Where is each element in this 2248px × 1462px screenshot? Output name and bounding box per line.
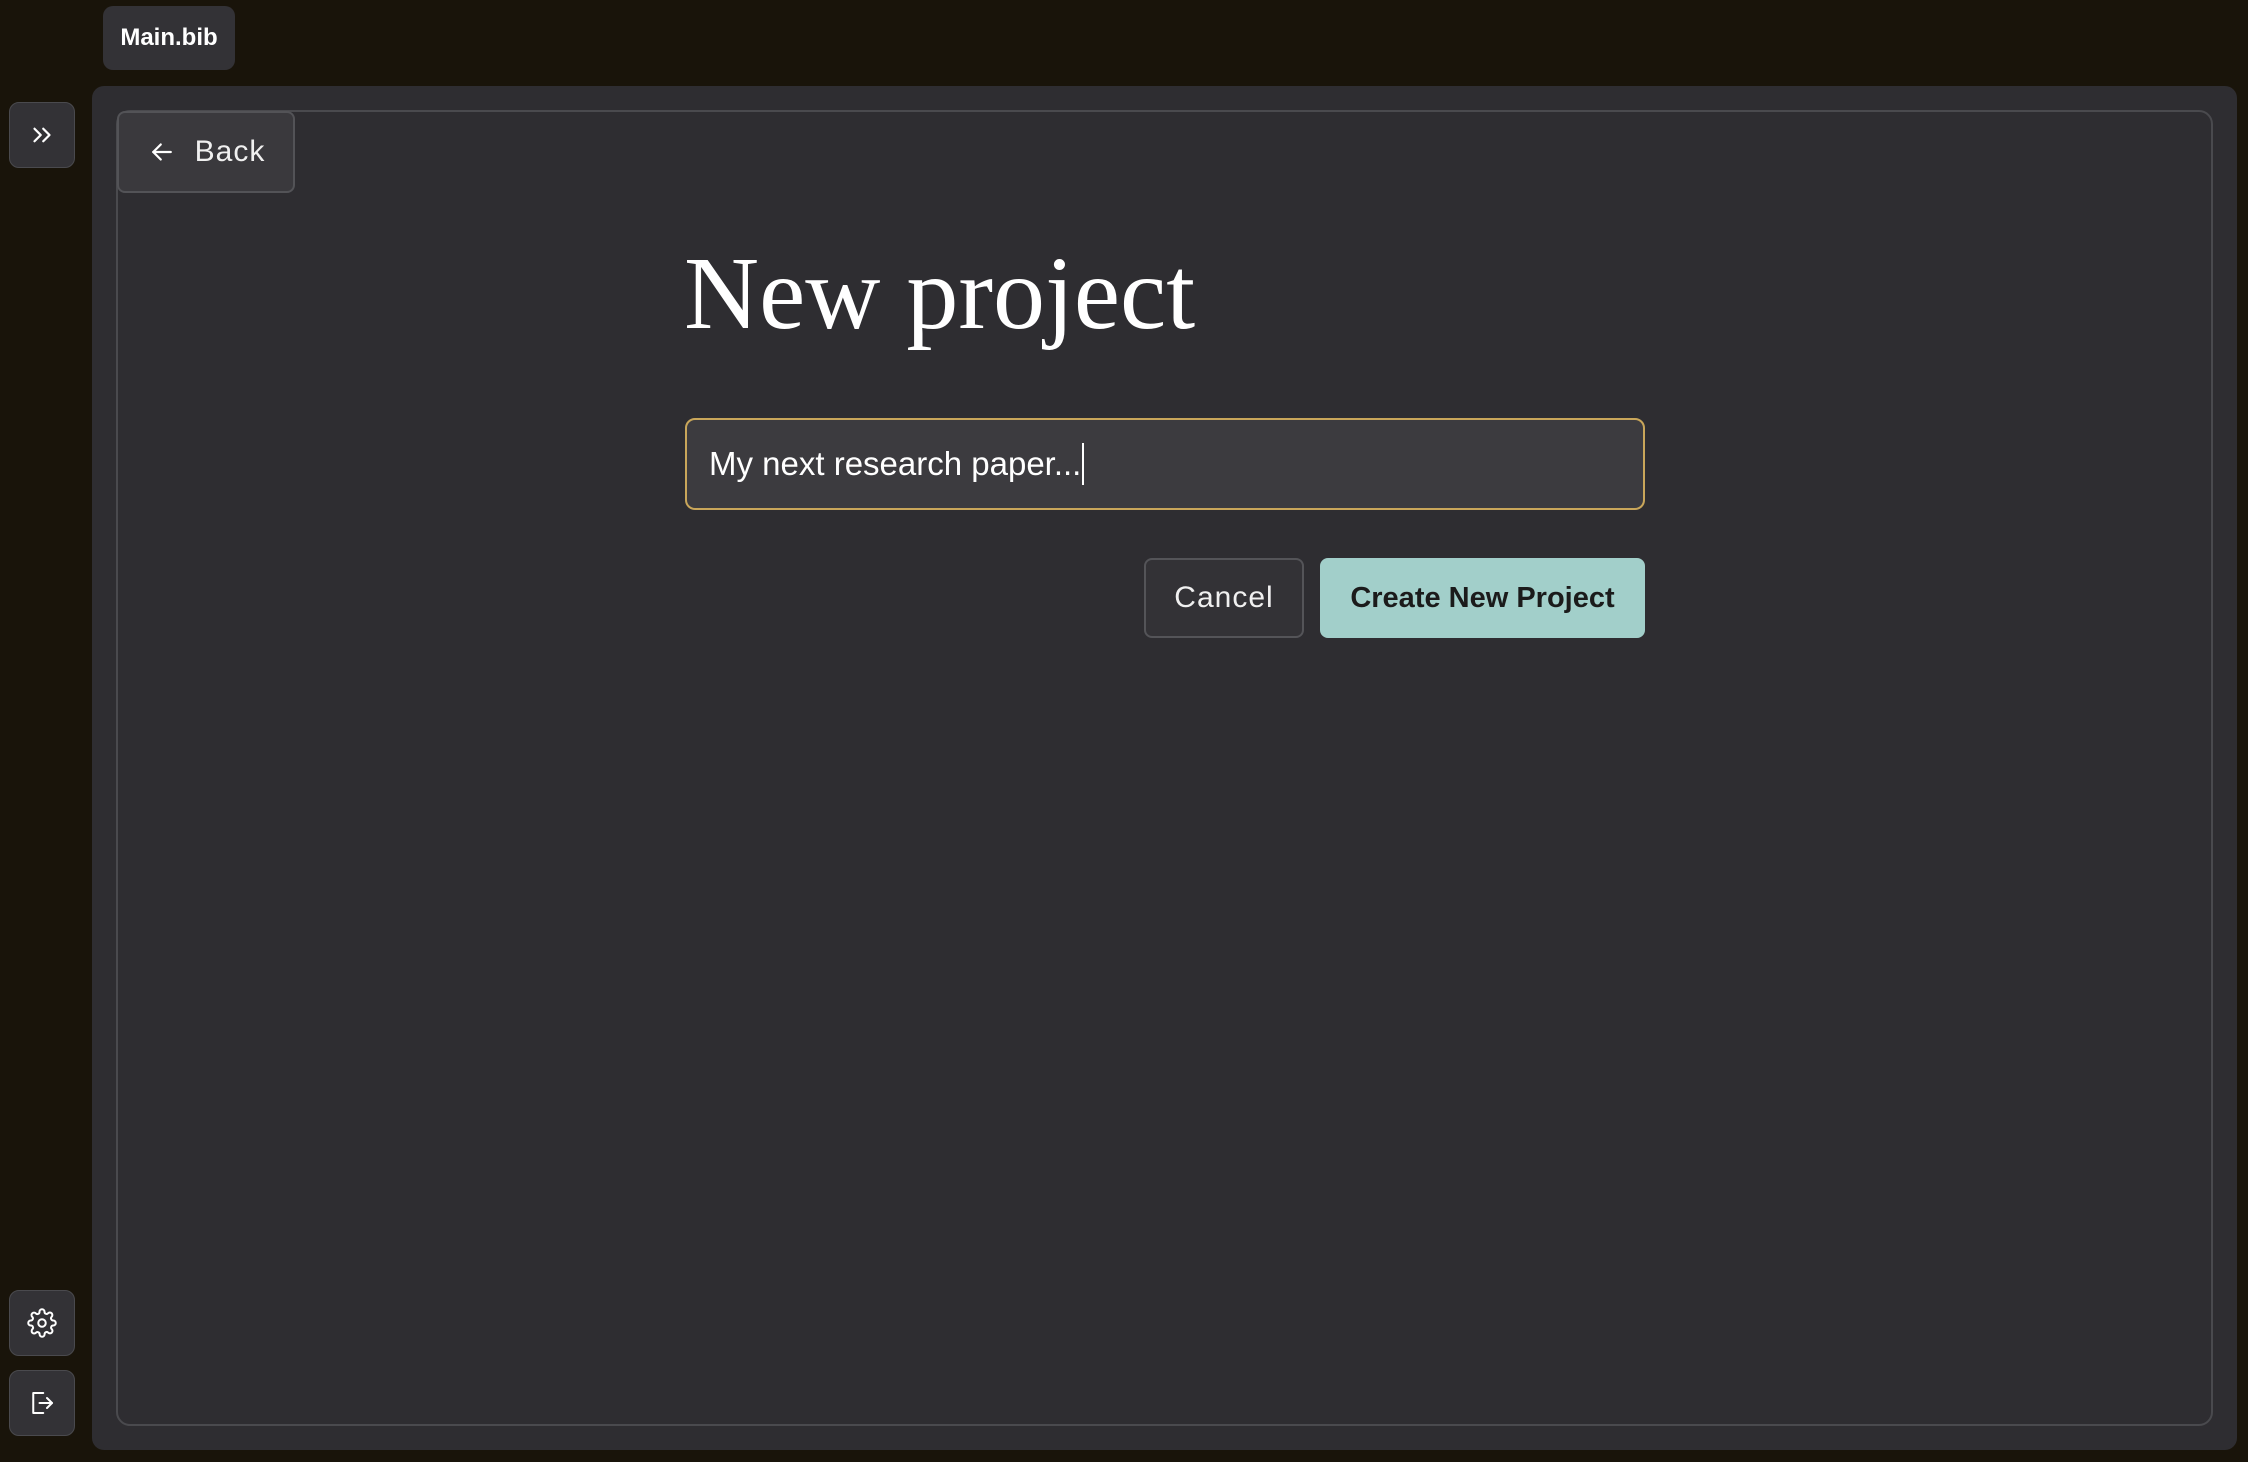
expand-sidebar-button[interactable] [9, 102, 75, 168]
arrow-left-icon [151, 143, 172, 161]
project-name-value: My next research paper... [709, 445, 1082, 482]
text-caret [1082, 443, 1085, 485]
page-title: New project [684, 236, 1196, 351]
logout-icon [32, 1392, 53, 1414]
settings-button[interactable] [9, 1290, 75, 1356]
tab-label: Main.bib [120, 24, 218, 51]
chevrons-right-icon [33, 127, 51, 143]
create-project-button[interactable]: Create New Project [1320, 558, 1645, 638]
logout-button[interactable] [9, 1370, 75, 1436]
cancel-label: Cancel [1174, 581, 1274, 614]
tab-main-bib[interactable]: Main.bib [103, 6, 235, 70]
create-label: Create New Project [1350, 581, 1615, 614]
gear-icon [27, 1308, 57, 1338]
back-button[interactable]: Back [117, 111, 295, 193]
back-label: Back [194, 135, 266, 168]
project-name-input[interactable]: My next research paper... [685, 418, 1645, 510]
cancel-button[interactable]: Cancel [1144, 558, 1304, 638]
